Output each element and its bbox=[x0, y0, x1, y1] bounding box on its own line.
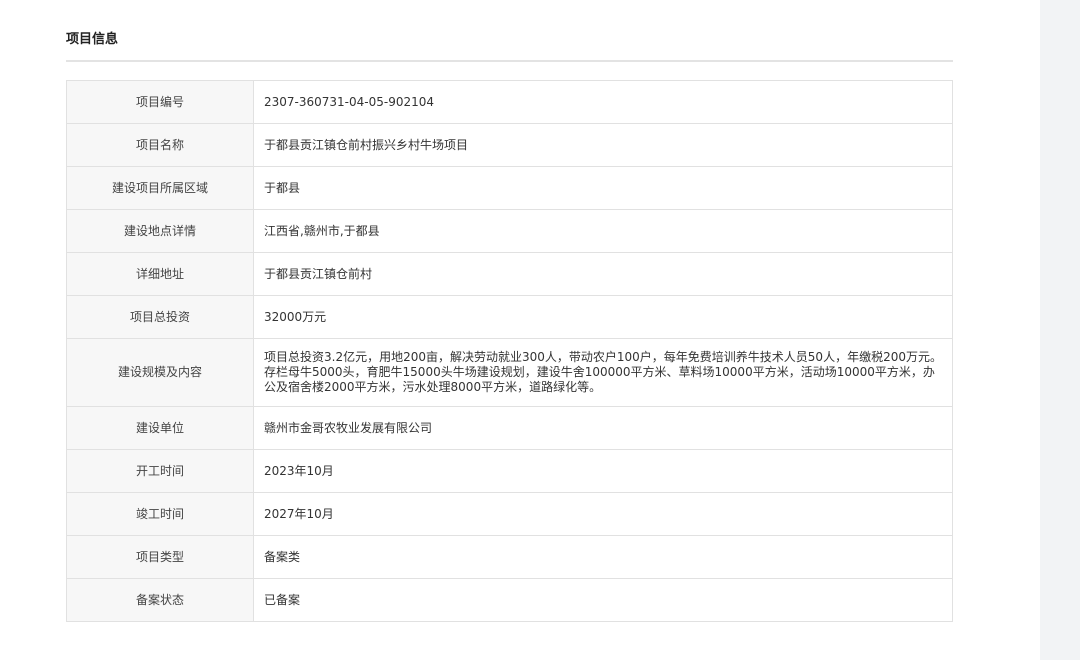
row-label: 竣工时间 bbox=[66, 492, 254, 536]
row-value: 备案类 bbox=[253, 535, 953, 579]
table-row-builder: 建设单位 赣州市金哥农牧业发展有限公司 bbox=[66, 406, 953, 450]
row-label: 项目名称 bbox=[66, 123, 254, 167]
table-row-address: 详细地址 于都县贡江镇仓前村 bbox=[66, 252, 953, 296]
row-label: 建设单位 bbox=[66, 406, 254, 450]
page: 项目信息 项目编号 2307-360731-04-05-902104 项目名称 … bbox=[0, 0, 1080, 660]
row-label: 项目类型 bbox=[66, 535, 254, 579]
table-row-scale-content: 建设规模及内容 项目总投资3.2亿元，用地200亩，解决劳动就业300人，带动农… bbox=[66, 338, 953, 407]
row-label: 备案状态 bbox=[66, 578, 254, 622]
table-row-region: 建设项目所属区域 于都县 bbox=[66, 166, 953, 210]
table-row-total-investment: 项目总投资 32000万元 bbox=[66, 295, 953, 339]
main-content: 项目信息 项目编号 2307-360731-04-05-902104 项目名称 … bbox=[0, 0, 1040, 660]
row-value: 于都县贡江镇仓前村振兴乡村牛场项目 bbox=[253, 123, 953, 167]
row-value: 江西省,赣州市,于都县 bbox=[253, 209, 953, 253]
table-row-project-type: 项目类型 备案类 bbox=[66, 535, 953, 579]
row-label: 详细地址 bbox=[66, 252, 254, 296]
row-label: 项目编号 bbox=[66, 80, 254, 124]
table-row-completion-date: 竣工时间 2027年10月 bbox=[66, 492, 953, 536]
row-value: 赣州市金哥农牧业发展有限公司 bbox=[253, 406, 953, 450]
row-value: 2023年10月 bbox=[253, 449, 953, 493]
row-value: 2027年10月 bbox=[253, 492, 953, 536]
row-value: 2307-360731-04-05-902104 bbox=[253, 80, 953, 124]
row-label: 建设地点详情 bbox=[66, 209, 254, 253]
table-row-filing-status: 备案状态 已备案 bbox=[66, 578, 953, 622]
table-row-project-name: 项目名称 于都县贡江镇仓前村振兴乡村牛场项目 bbox=[66, 123, 953, 167]
row-value: 于都县贡江镇仓前村 bbox=[253, 252, 953, 296]
row-value: 项目总投资3.2亿元，用地200亩，解决劳动就业300人，带动农户100户，每年… bbox=[253, 338, 953, 407]
row-label: 项目总投资 bbox=[66, 295, 254, 339]
section-divider bbox=[66, 60, 953, 62]
row-value: 已备案 bbox=[253, 578, 953, 622]
row-label: 建设项目所属区域 bbox=[66, 166, 254, 210]
row-value: 于都县 bbox=[253, 166, 953, 210]
section-title: 项目信息 bbox=[66, 32, 119, 47]
row-label: 建设规模及内容 bbox=[66, 338, 254, 407]
table-row-start-date: 开工时间 2023年10月 bbox=[66, 449, 953, 493]
table-row-project-code: 项目编号 2307-360731-04-05-902104 bbox=[66, 80, 953, 124]
project-info-table: 项目编号 2307-360731-04-05-902104 项目名称 于都县贡江… bbox=[66, 80, 953, 622]
row-value: 32000万元 bbox=[253, 295, 953, 339]
table-row-location-detail: 建设地点详情 江西省,赣州市,于都县 bbox=[66, 209, 953, 253]
right-side-panel bbox=[1040, 0, 1080, 660]
row-label: 开工时间 bbox=[66, 449, 254, 493]
